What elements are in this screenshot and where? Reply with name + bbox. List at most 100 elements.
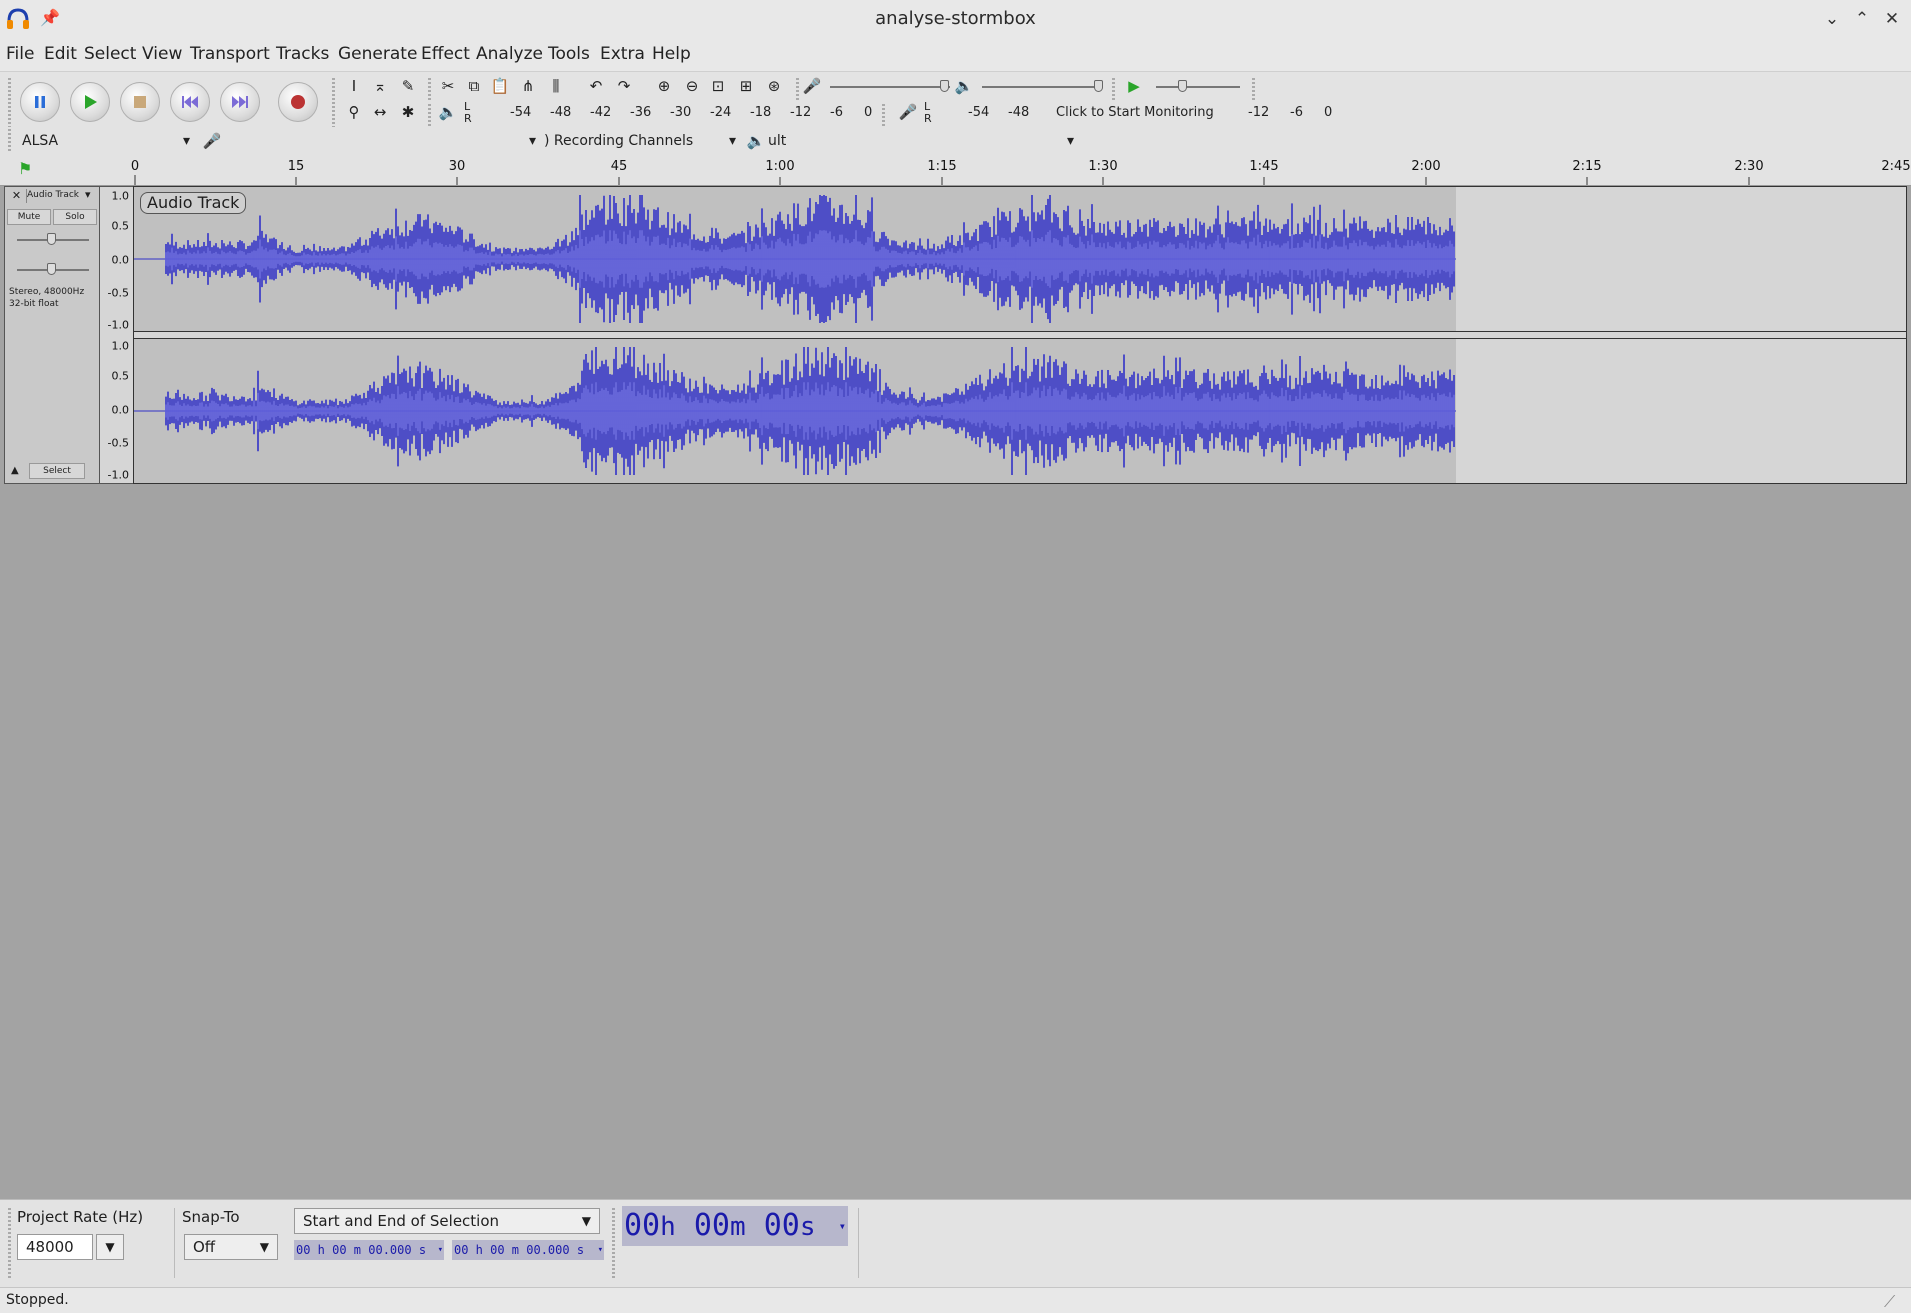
timeline-ruler[interactable]: ⚑ 0 15 30 45 1:00 1:15 1:30 1:45 2:00 2:… bbox=[0, 155, 1911, 186]
collapse-track-icon[interactable]: ▲ bbox=[11, 465, 19, 476]
fit-selection-icon[interactable]: ⊡ bbox=[706, 74, 730, 98]
ruler-label: 2:15 bbox=[1572, 159, 1602, 174]
selection-mode-dropdown[interactable]: Start and End of Selection ▼ bbox=[294, 1208, 600, 1234]
playback-meter[interactable]: L R -54 -48 -42 -36 -30 -24 -18 -12 -6 0 bbox=[462, 100, 876, 125]
record-button[interactable] bbox=[278, 82, 318, 122]
toolbar-grip[interactable] bbox=[612, 1208, 615, 1278]
undo-icon[interactable]: ↶ bbox=[584, 74, 608, 98]
silence-icon[interactable]: ⫼ bbox=[544, 74, 568, 98]
play-button[interactable] bbox=[70, 82, 110, 122]
project-rate-input[interactable]: 48000 bbox=[17, 1234, 93, 1260]
recording-device-microphone-icon: 🎤 bbox=[202, 132, 222, 150]
pause-button[interactable] bbox=[20, 82, 60, 122]
project-rate-label: Project Rate (Hz) bbox=[17, 1208, 144, 1226]
recording-volume-slider[interactable] bbox=[830, 86, 950, 88]
toolbar-grip[interactable] bbox=[8, 1208, 11, 1278]
playback-volume-slider[interactable] bbox=[982, 86, 1102, 88]
paste-icon[interactable]: 📋 bbox=[488, 74, 512, 98]
zoom-out-icon[interactable]: ⊖ bbox=[680, 74, 704, 98]
play-at-speed-icon[interactable]: ▶ bbox=[1122, 74, 1146, 98]
pan-knob[interactable] bbox=[47, 263, 56, 275]
skip-start-icon bbox=[182, 96, 198, 108]
select-track-button[interactable]: Select bbox=[29, 463, 85, 479]
toolbar-grip[interactable] bbox=[882, 104, 885, 126]
multi-tool-icon[interactable]: ✱ bbox=[396, 100, 420, 124]
zoom-tool-icon[interactable]: ⚲ bbox=[342, 100, 366, 124]
toolbar-grip[interactable] bbox=[1252, 78, 1255, 100]
minimize-button[interactable]: ⌄ bbox=[1820, 7, 1844, 31]
close-track-icon[interactable]: ✕ bbox=[7, 189, 27, 203]
toolbar-grip[interactable] bbox=[8, 129, 11, 151]
menu-tracks[interactable]: Tracks bbox=[276, 44, 329, 64]
status-bar: Stopped. ⟋ bbox=[0, 1287, 1911, 1313]
cut-icon[interactable]: ✂ bbox=[436, 74, 460, 98]
ruler-label: 1:00 bbox=[765, 159, 795, 174]
ruler-label: 1:45 bbox=[1249, 159, 1279, 174]
vertical-scale[interactable]: 1.0 0.5 0.0 -0.5 -1.0 1.0 0.5 0.0 -0.5 -… bbox=[100, 186, 133, 484]
record-meter-hint: Click to Start Monitoring bbox=[1056, 105, 1214, 120]
menu-effect[interactable]: Effect bbox=[421, 44, 470, 64]
selection-tool-icon[interactable]: I bbox=[342, 74, 366, 98]
menu-select[interactable]: Select bbox=[84, 44, 136, 64]
audio-host-dropdown[interactable]: ALSA ▾ bbox=[22, 133, 190, 149]
menu-edit[interactable]: Edit bbox=[44, 44, 77, 64]
window-title: analyse-stormbox bbox=[875, 8, 1036, 29]
stop-button[interactable] bbox=[120, 82, 160, 122]
play-speed-slider[interactable] bbox=[1156, 86, 1240, 88]
snap-to-dropdown[interactable]: Off ▼ bbox=[184, 1234, 278, 1260]
fit-project-icon[interactable]: ⊞ bbox=[734, 74, 758, 98]
toolbar-grip[interactable] bbox=[332, 78, 335, 128]
toolbar-grip[interactable] bbox=[796, 78, 799, 100]
recording-volume-knob[interactable] bbox=[940, 80, 949, 92]
play-speed-knob[interactable] bbox=[1178, 80, 1187, 92]
copy-icon[interactable]: ⧉ bbox=[462, 74, 486, 98]
timeshift-tool-icon[interactable]: ↔ bbox=[368, 100, 392, 124]
zoom-in-icon[interactable]: ⊕ bbox=[652, 74, 676, 98]
menu-bar: File Edit Select View Transport Tracks G… bbox=[0, 37, 1911, 71]
toolbar-grip[interactable] bbox=[8, 78, 11, 128]
skip-to-end-button[interactable] bbox=[220, 82, 260, 122]
gain-knob[interactable] bbox=[47, 233, 56, 245]
menu-analyze[interactable]: Analyze bbox=[476, 44, 543, 64]
solo-button[interactable]: Solo bbox=[53, 209, 97, 225]
menu-extra[interactable]: Extra bbox=[600, 44, 645, 64]
menu-help[interactable]: Help bbox=[652, 44, 691, 64]
envelope-tool-icon[interactable]: ⌅ bbox=[368, 74, 392, 98]
track-menu-chevron-down-icon[interactable]: ▾ bbox=[85, 188, 91, 201]
menu-generate[interactable]: Generate bbox=[338, 44, 417, 64]
skip-end-icon bbox=[232, 96, 248, 108]
menu-file[interactable]: File bbox=[6, 44, 34, 64]
record-icon bbox=[291, 95, 305, 109]
track-control-panel[interactable]: ✕ Audio Track ▾ Mute Solo Stereo, 48000H… bbox=[4, 186, 100, 484]
playback-volume-knob[interactable] bbox=[1094, 80, 1103, 92]
ruler-label: 0 bbox=[130, 159, 140, 174]
divider bbox=[858, 1208, 859, 1278]
toolbar-grip[interactable] bbox=[1112, 78, 1115, 100]
pause-icon bbox=[35, 96, 45, 108]
mute-button[interactable]: Mute bbox=[7, 209, 51, 225]
menu-view[interactable]: View bbox=[142, 44, 182, 64]
toolbar-grip[interactable] bbox=[428, 78, 431, 100]
ruler-label: 30 bbox=[448, 159, 466, 174]
selection-start-time[interactable]: 00 h 00 m 00.000 s ▾ bbox=[294, 1240, 444, 1260]
resize-grip-icon[interactable]: ⟋ bbox=[1884, 1292, 1895, 1312]
menu-transport[interactable]: Transport bbox=[190, 44, 270, 64]
selection-end-time[interactable]: 00 h 00 m 00.000 s ▾ bbox=[452, 1240, 604, 1260]
zoom-toggle-icon[interactable]: ⊛ bbox=[762, 74, 786, 98]
playback-device-dropdown[interactable]: ult ▾ bbox=[768, 133, 1074, 149]
skip-to-start-button[interactable] bbox=[170, 82, 210, 122]
project-rate-chevron-down-icon[interactable]: ▼ bbox=[96, 1234, 124, 1260]
track-format: Stereo, 48000Hz bbox=[9, 287, 85, 297]
record-meter[interactable]: L R -54 -48 Click to Start Monitoring -1… bbox=[922, 100, 1342, 125]
close-button[interactable]: ✕ bbox=[1880, 7, 1904, 31]
waveform-area[interactable]: Audio Track bbox=[133, 186, 1907, 484]
maximize-button[interactable]: ⌃ bbox=[1850, 7, 1874, 31]
draw-tool-icon[interactable]: ✎ bbox=[396, 74, 420, 98]
toolbar-grip[interactable] bbox=[428, 104, 431, 126]
recording-channels-dropdown[interactable]: ) Recording Channels ▾ bbox=[544, 133, 736, 149]
redo-icon[interactable]: ↷ bbox=[612, 74, 636, 98]
waveform bbox=[134, 195, 1456, 475]
trim-icon[interactable]: ⋔ bbox=[516, 74, 540, 98]
menu-tools[interactable]: Tools bbox=[548, 44, 590, 64]
audio-position-time[interactable]: 00h 00m 00s ▾ bbox=[622, 1206, 848, 1246]
